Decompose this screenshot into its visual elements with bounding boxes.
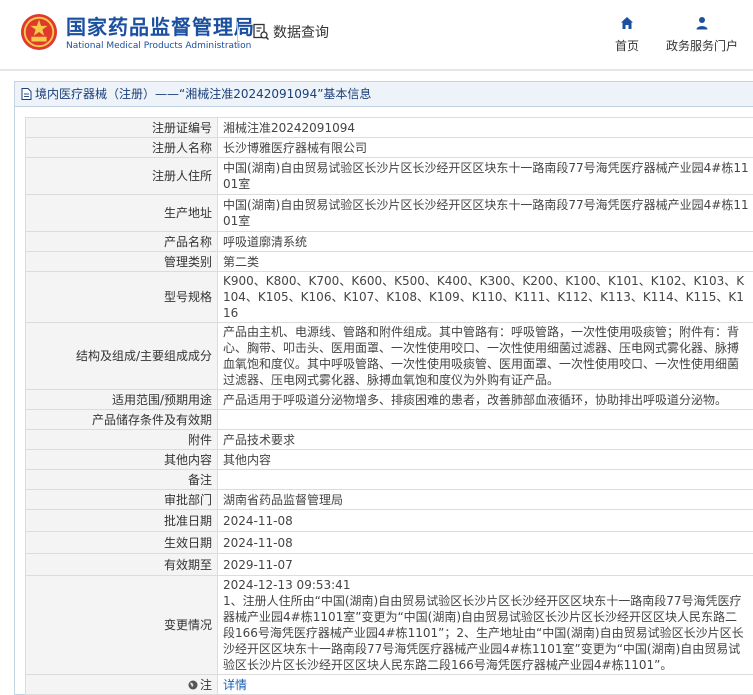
table-row: 适用范围/预期用途 产品适用于呼吸道分泌物增多、排痰困难的患者，改善肺部血液循环… (25, 389, 753, 410)
row-value: 中国(湖南)自由贸易试验区长沙片区长沙经开区区块东十一路南段77号海凭医疗器械产… (217, 157, 753, 195)
row-label: 附件 (25, 429, 218, 450)
panel-title: 境内医疗器械（注册）——“湘械注准20242091094”基本信息 (35, 87, 372, 101)
row-label: 注册人住所 (25, 157, 218, 195)
row-label: 审批部门 (25, 489, 218, 510)
table-row: 注册证编号 湘械注准20242091094 (25, 117, 753, 138)
nav-home[interactable]: 首页 (608, 16, 646, 54)
row-value (217, 469, 753, 490)
row-label: 型号规格 (25, 271, 218, 323)
table-row: 生产地址 中国(湖南)自由贸易试验区长沙片区长沙经开区区块东十一路南段77号海凭… (25, 194, 753, 232)
details-link[interactable]: 详情 (223, 678, 247, 692)
table-row: 产品名称 呼吸道廓清系统 (25, 231, 753, 252)
site-header: 国家药品监督管理局 National Medical Products Admi… (0, 0, 753, 70)
table-row: 注 详情 (25, 674, 753, 695)
table-row: 审批部门 湖南省药品监督管理局 (25, 489, 753, 510)
detail-panel: 境内医疗器械（注册）——“湘械注准20242091094”基本信息 注册证编号 … (14, 81, 753, 695)
row-value: 呼吸道廓清系统 (217, 231, 753, 252)
row-label: 有效期至 (25, 553, 218, 576)
row-label: 批准日期 (25, 509, 218, 532)
table-row: 注册人住所 中国(湖南)自由贸易试验区长沙片区长沙经开区区块东十一路南段77号海… (25, 157, 753, 195)
nav-gov-service-portal[interactable]: 政务服务门户 (662, 16, 742, 54)
table-row: 结构及组成/主要组成成分 产品由主机、电源线、管路和附件组成。其中管路有：呼吸管… (25, 322, 753, 390)
row-value: 湘械注准20242091094 (217, 117, 753, 138)
row-label: 备注 (25, 469, 218, 490)
brand[interactable]: 国家药品监督管理局 National Medical Products Admi… (66, 15, 255, 52)
row-value: 其他内容 (217, 449, 753, 470)
row-value: 2029-11-07 (217, 553, 753, 576)
user-icon (696, 17, 708, 30)
brand-name-en: National Medical Products Administration (66, 41, 252, 51)
row-value: 长沙博雅医疗器械有限公司 (217, 137, 753, 158)
row-label: 产品储存条件及有效期 (25, 409, 218, 430)
globe-icon (188, 680, 198, 689)
nav-portal-label: 政务服务门户 (665, 39, 738, 53)
detail-link-cell: 详情 (217, 674, 753, 695)
panel-title-bar: 境内医疗器械（注册）——“湘械注准20242091094”基本信息 (15, 82, 753, 107)
row-value: 湖南省药品监督管理局 (217, 489, 753, 510)
header-divider (237, 22, 238, 48)
document-icon (21, 88, 32, 100)
row-value: 产品适用于呼吸道分泌物增多、排痰困难的患者，改善肺部血液循环，协助排出呼吸道分泌… (217, 389, 753, 410)
row-label: 结构及组成/主要组成成分 (25, 322, 218, 390)
table-row: 型号规格 K900、K800、K700、K600、K500、K400、K300、… (25, 271, 753, 323)
table-row: 注册人名称 长沙博雅医疗器械有限公司 (25, 137, 753, 158)
row-value: K900、K800、K700、K600、K500、K400、K300、K200、… (217, 271, 753, 323)
data-query-label: 数据查询 (273, 25, 329, 41)
data-query-link[interactable]: 数据查询 (252, 22, 329, 42)
row-value: 2024-11-08 (217, 509, 753, 532)
search-doc-icon (253, 23, 270, 41)
row-value: 2024-11-08 (217, 531, 753, 554)
header-bottom-line (0, 69, 753, 71)
row-value: 中国(湖南)自由贸易试验区长沙片区长沙经开区区块东十一路南段77号海凭医疗器械产… (217, 194, 753, 232)
row-label: 适用范围/预期用途 (25, 389, 218, 410)
row-label: 其他内容 (25, 449, 218, 470)
table-row: 有效期至 2029-11-07 (25, 553, 753, 576)
row-label: 注册证编号 (25, 117, 218, 138)
row-value: 产品由主机、电源线、管路和附件组成。其中管路有：呼吸管路，一次性使用吸痰管；附件… (217, 322, 753, 390)
table-row: 附件 产品技术要求 (25, 429, 753, 450)
row-label: 生效日期 (25, 531, 218, 554)
row-value: 产品技术要求 (217, 429, 753, 450)
table-row: 批准日期 2024-11-08 (25, 509, 753, 532)
change-history: 2024-12-13 09:53:41 1、注册人住所由“中国(湖南)自由贸易试… (217, 575, 753, 675)
detail-table: 注册证编号 湘械注准20242091094 注册人名称 长沙博雅医疗器械有限公司… (25, 117, 753, 695)
row-label: 注册人名称 (25, 137, 218, 158)
row-label: 变更情况 (25, 575, 218, 675)
emblem-logo (20, 13, 58, 51)
row-value: 第二类 (217, 251, 753, 272)
table-row: 变更情况 2024-12-13 09:53:41 1、注册人住所由“中国(湖南)… (25, 575, 753, 675)
table-row: 生效日期 2024-11-08 (25, 531, 753, 554)
table-row: 管理类别 第二类 (25, 251, 753, 272)
row-label: 管理类别 (25, 251, 218, 272)
brand-name-cn: 国家药品监督管理局 (66, 15, 255, 39)
table-row: 产品储存条件及有效期 (25, 409, 753, 430)
table-row: 其他内容 其他内容 (25, 449, 753, 470)
row-label: 注 (25, 674, 218, 695)
row-value (217, 409, 753, 430)
row-label: 产品名称 (25, 231, 218, 252)
note-label: 注 (199, 677, 212, 692)
table-row: 备注 (25, 469, 753, 490)
row-label: 生产地址 (25, 194, 218, 232)
home-icon (621, 17, 633, 29)
nav-home-label: 首页 (614, 39, 639, 53)
